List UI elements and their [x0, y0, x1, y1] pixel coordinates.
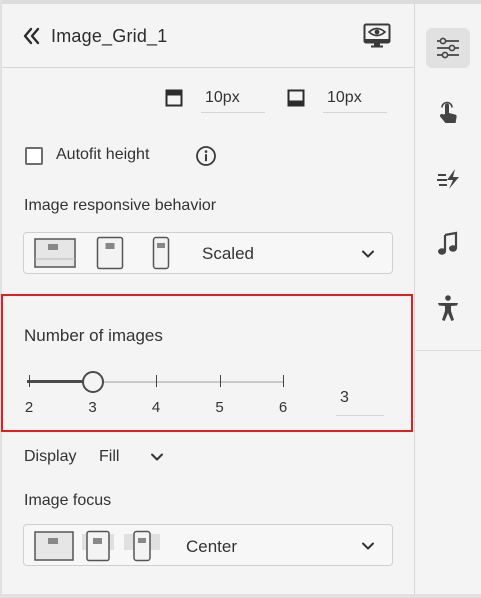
display-dropdown-value[interactable]: Fill: [99, 448, 119, 466]
rail-accessibility-button[interactable]: [426, 288, 470, 328]
accessibility-icon: [438, 295, 458, 321]
focus-landscape-icon[interactable]: [34, 530, 74, 562]
music-note-icon: [438, 231, 458, 255]
chevron-down-icon: [362, 250, 374, 258]
image-focus-label: Image focus: [24, 492, 112, 509]
focus-portrait-icon[interactable]: [82, 530, 114, 562]
display-chevron-down-icon[interactable]: [150, 450, 164, 464]
padding-bottom-field[interactable]: 10px: [323, 83, 387, 113]
portrait-image-icon[interactable]: [96, 236, 124, 270]
rail-animation-button[interactable]: [426, 159, 470, 199]
padding-top-icon: [165, 89, 183, 107]
display-label: Display: [24, 448, 77, 465]
image-focus-picker[interactable]: Center: [23, 524, 393, 566]
autofit-height-checkbox[interactable]: [25, 147, 43, 165]
mobile-image-icon[interactable]: [152, 236, 170, 270]
padding-bottom-icon: [287, 89, 305, 107]
rail-properties-button[interactable]: [426, 28, 470, 68]
image-focus-value: Center: [186, 537, 238, 556]
focus-mobile-icon[interactable]: [124, 530, 160, 562]
responsive-behavior-value: Scaled: [202, 244, 254, 263]
autofit-height-label: Autofit height: [56, 146, 150, 163]
rail-audio-button[interactable]: [426, 224, 470, 264]
rail-interactions-button[interactable]: [426, 94, 470, 134]
animation-icon: [437, 169, 459, 189]
interaction-hand-icon: [439, 101, 457, 123]
responsive-behavior-label: Image responsive behavior: [24, 197, 217, 214]
panel-title: Image_Grid_1: [51, 26, 168, 46]
landscape-image-icon[interactable]: [34, 237, 76, 269]
info-icon[interactable]: [195, 145, 217, 167]
sliders-icon: [437, 37, 459, 59]
double-chevron-left-icon[interactable]: [22, 26, 42, 46]
preview-button[interactable]: [361, 20, 393, 52]
padding-top-field[interactable]: 10px: [201, 83, 265, 113]
right-tool-rail: [416, 4, 481, 594]
responsive-behavior-picker[interactable]: Scaled: [23, 232, 393, 274]
rail-divider: [416, 350, 481, 351]
monitor-eye-icon: [363, 23, 391, 48]
chevron-down-icon: [362, 542, 374, 550]
window-bottom-border: [0, 594, 481, 598]
selection-highlight-box: [1, 294, 413, 432]
panel-header: Image_Grid_1: [2, 4, 415, 68]
